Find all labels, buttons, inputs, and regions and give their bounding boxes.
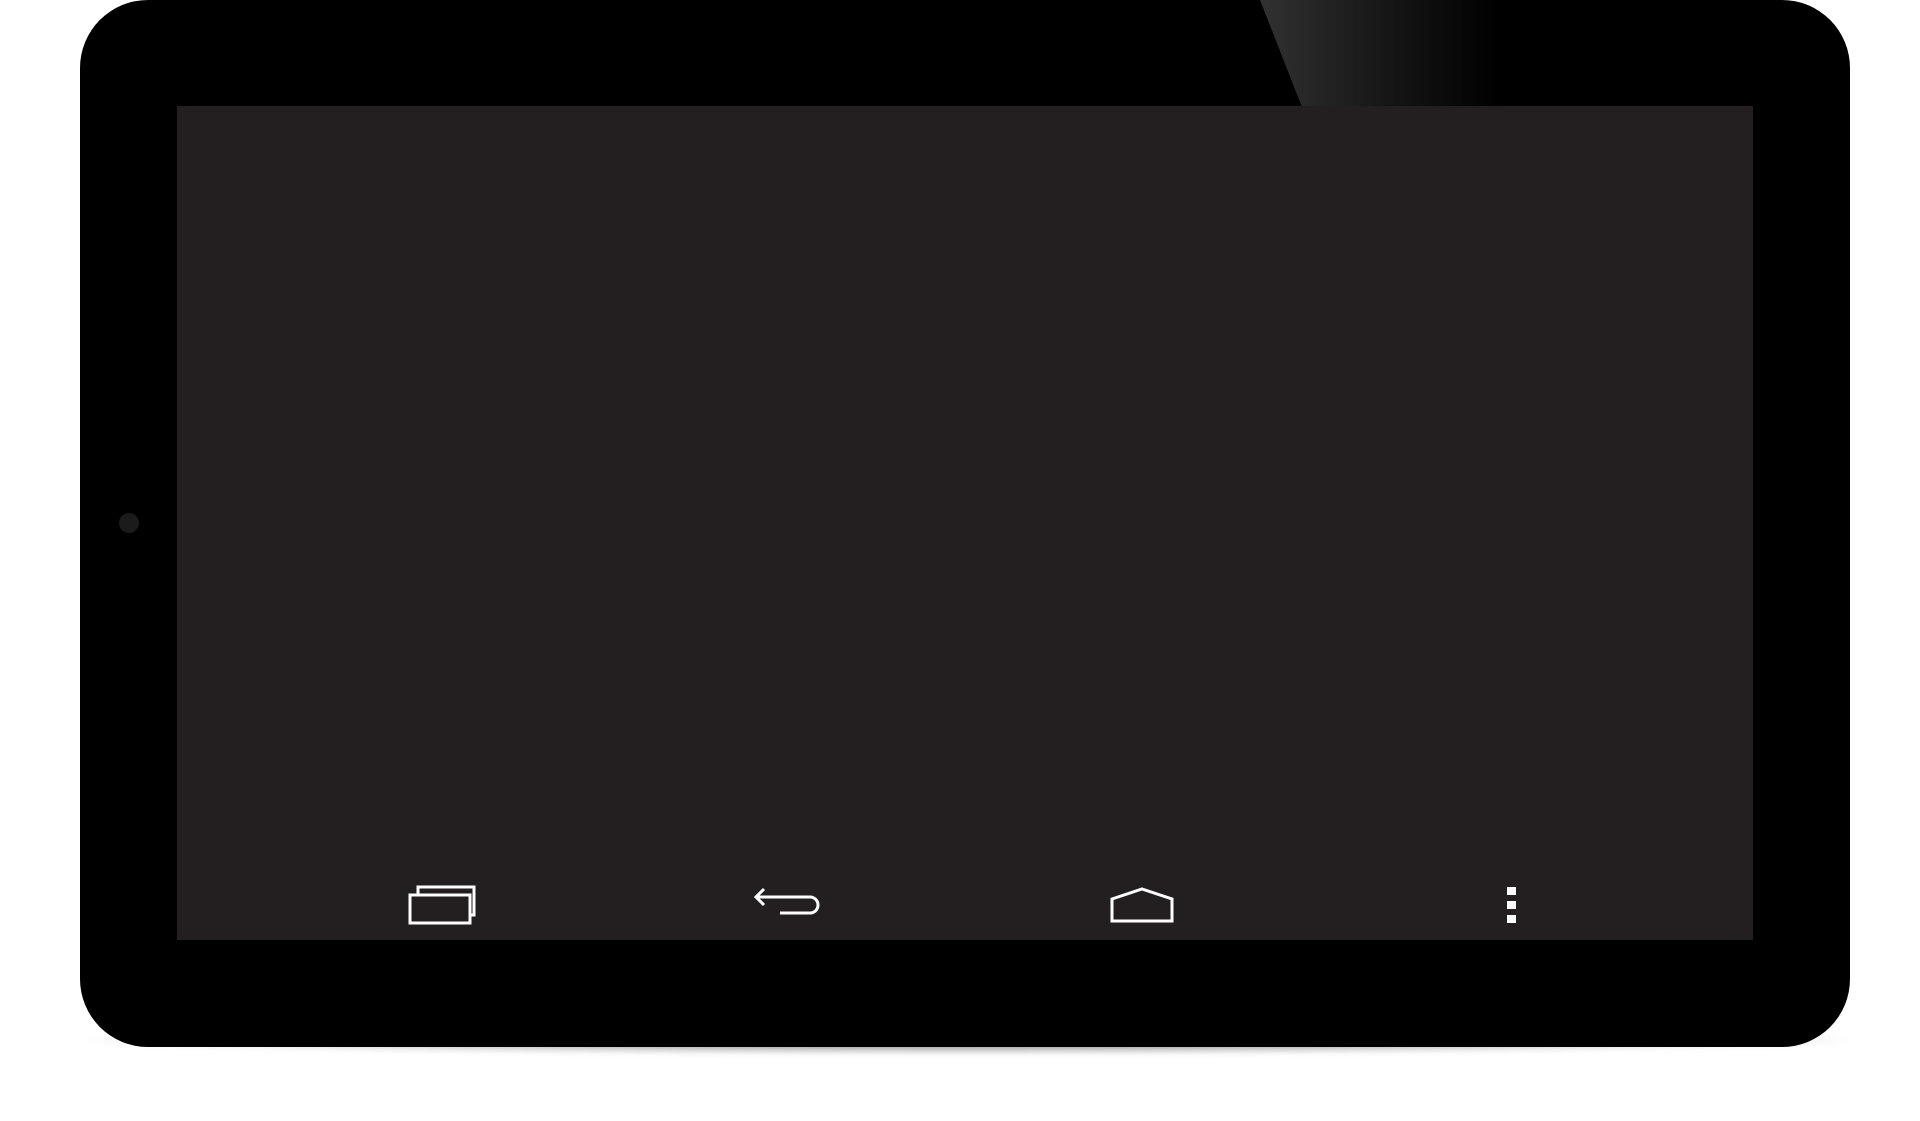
system-navigation-bar bbox=[177, 870, 1753, 940]
home-icon bbox=[1110, 887, 1174, 923]
front-camera-icon bbox=[119, 513, 139, 533]
overflow-menu-icon bbox=[1507, 887, 1516, 923]
recent-apps-button[interactable] bbox=[387, 870, 497, 940]
stage bbox=[0, 0, 1920, 1121]
tablet-device bbox=[80, 0, 1850, 1047]
back-button[interactable] bbox=[733, 870, 843, 940]
screen-glare bbox=[1260, 0, 1580, 106]
back-icon bbox=[753, 887, 820, 915]
home-button[interactable] bbox=[1087, 870, 1197, 940]
recent-apps-icon bbox=[408, 885, 476, 925]
overflow-menu-button[interactable] bbox=[1457, 870, 1567, 940]
tablet-screen bbox=[177, 106, 1753, 940]
